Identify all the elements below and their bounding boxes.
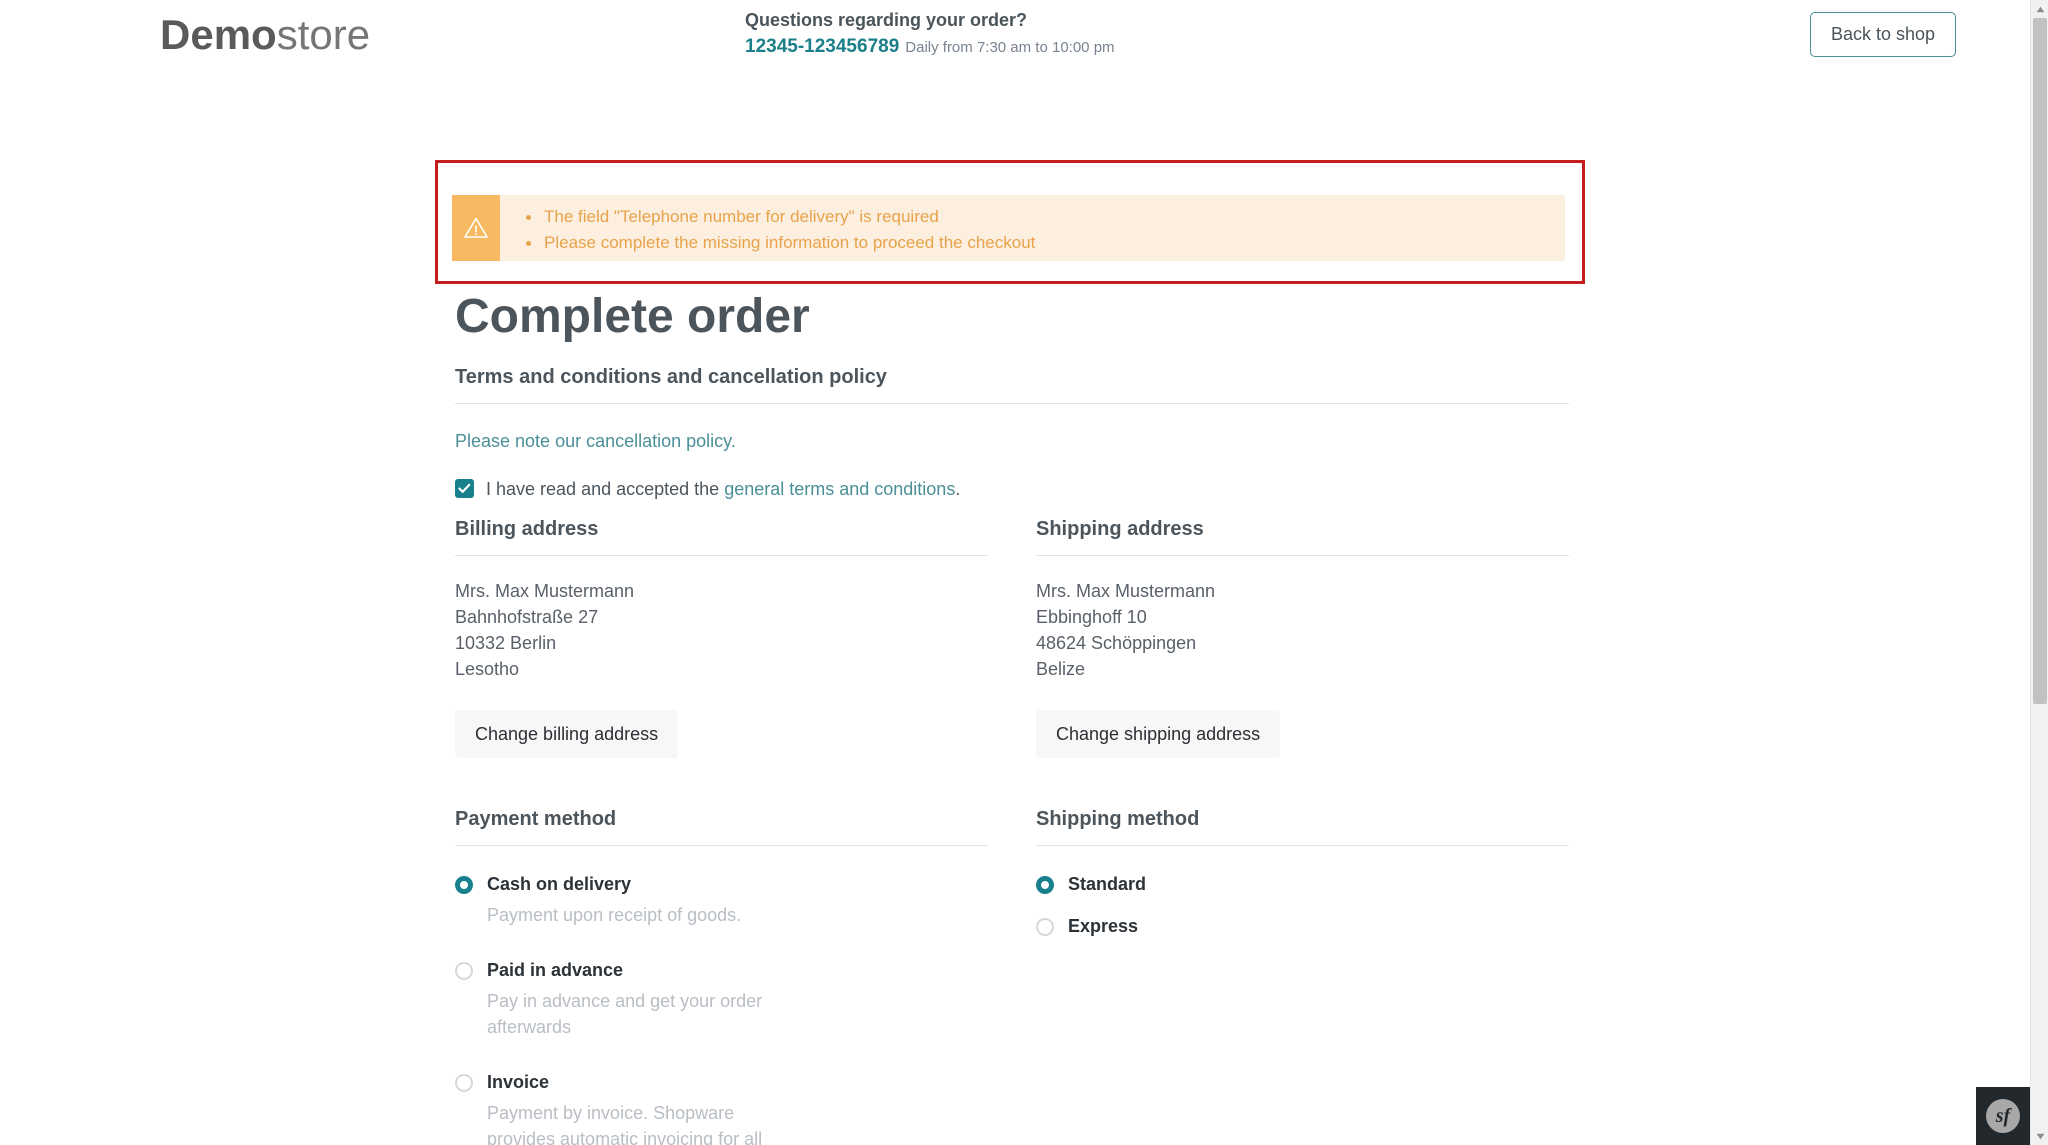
payment-option-label: Cash on delivery bbox=[487, 874, 632, 894]
page-title: Complete order bbox=[455, 290, 810, 343]
terms-section: Terms and conditions and cancellation po… bbox=[455, 363, 1569, 502]
payment-option-invoice[interactable]: Invoice Payment by invoice. Shopware pro… bbox=[455, 1070, 988, 1145]
page-scrollbar[interactable] bbox=[2030, 0, 2048, 1145]
billing-address-lines: Mrs. Max Mustermann Bahnhofstraße 27 103… bbox=[455, 578, 988, 682]
change-billing-address-button[interactable]: Change billing address bbox=[455, 710, 679, 758]
symfony-logo-icon: sf bbox=[1986, 1099, 2020, 1133]
logo-light-text: store bbox=[276, 11, 371, 58]
address-line: 10332 Berlin bbox=[455, 633, 557, 653]
payment-method-heading: Payment method bbox=[455, 805, 988, 846]
change-shipping-address-button[interactable]: Change shipping address bbox=[1036, 710, 1281, 758]
terms-heading: Terms and conditions and cancellation po… bbox=[455, 363, 1569, 404]
site-header: Demostore Questions regarding your order… bbox=[0, 0, 2002, 72]
cancellation-policy-link[interactable]: Please note our cancellation policy. bbox=[455, 428, 1569, 454]
symfony-debug-toolbar[interactable]: sf bbox=[1976, 1087, 2030, 1145]
validation-alert: The field "Telephone number for delivery… bbox=[452, 195, 1565, 261]
terms-checkbox-label: I have read and accepted the general ter… bbox=[486, 476, 960, 502]
scroll-up-arrow-icon[interactable] bbox=[2031, 0, 2048, 18]
billing-address-section: Billing address Mrs. Max Mustermann Bahn… bbox=[455, 515, 988, 758]
scroll-down-arrow-icon[interactable] bbox=[2031, 1127, 2048, 1145]
payment-option-cash-on-delivery[interactable]: Cash on delivery Payment upon receipt of… bbox=[455, 872, 988, 928]
shipping-method-heading: Shipping method bbox=[1036, 805, 1569, 846]
contact-opening-hours: Daily from 7:30 am to 10:00 pm bbox=[905, 39, 1115, 56]
address-line: Mrs. Max Mustermann bbox=[455, 581, 635, 601]
address-line: Mrs. Max Mustermann bbox=[1036, 581, 1216, 601]
payment-option-description: Payment by invoice. Shopware provides au… bbox=[487, 1103, 763, 1145]
checkout-page: Demostore Questions regarding your order… bbox=[0, 0, 2048, 1145]
payment-option-description: Pay in advance and get your order afterw… bbox=[487, 991, 763, 1037]
address-line: Lesotho bbox=[455, 659, 520, 679]
billing-address-heading: Billing address bbox=[455, 515, 988, 556]
shipping-address-lines: Mrs. Max Mustermann Ebbinghoff 10 48624 … bbox=[1036, 578, 1569, 682]
address-columns: Billing address Mrs. Max Mustermann Bahn… bbox=[455, 515, 1569, 758]
radio-icon-unselected[interactable] bbox=[455, 962, 473, 980]
warning-triangle-icon bbox=[452, 195, 500, 261]
alert-message: Please complete the missing information … bbox=[522, 230, 1035, 256]
contact-title: Questions regarding your order? bbox=[745, 10, 1028, 30]
payment-method-section: Payment method Cash on delivery Payment … bbox=[455, 805, 988, 1145]
alert-highlight-annotation: The field "Telephone number for delivery… bbox=[435, 160, 1585, 284]
address-line: Bahnhofstraße 27 bbox=[455, 607, 599, 627]
general-terms-link[interactable]: general terms and conditions bbox=[724, 479, 955, 499]
shipping-option-label: Express bbox=[1068, 916, 1139, 936]
terms-checkbox[interactable] bbox=[455, 479, 474, 498]
terms-label-period: . bbox=[955, 479, 961, 499]
scrollbar-thumb[interactable] bbox=[2033, 18, 2047, 704]
terms-checkbox-row: I have read and accepted the general ter… bbox=[455, 476, 1569, 502]
logo-bold-text: Demo bbox=[160, 11, 277, 58]
shipping-option-standard[interactable]: Standard bbox=[1036, 872, 1569, 896]
address-line: Ebbinghoff 10 bbox=[1036, 607, 1147, 627]
contact-phone-number[interactable]: 12345-123456789 bbox=[745, 36, 899, 57]
radio-icon-unselected[interactable] bbox=[1036, 918, 1054, 936]
shipping-method-section: Shipping method Standard Express bbox=[1036, 805, 1569, 1145]
payment-option-label: Invoice bbox=[487, 1072, 550, 1092]
alert-message-list: The field "Telephone number for delivery… bbox=[500, 195, 1035, 261]
shipping-option-express[interactable]: Express bbox=[1036, 914, 1569, 938]
shipping-option-label: Standard bbox=[1068, 874, 1147, 894]
terms-label-text: I have read and accepted the bbox=[486, 479, 725, 499]
address-line: 48624 Schöppingen bbox=[1036, 633, 1197, 653]
radio-icon-selected[interactable] bbox=[455, 876, 473, 894]
back-to-shop-button[interactable]: Back to shop bbox=[1809, 12, 1956, 57]
method-columns: Payment method Cash on delivery Payment … bbox=[455, 805, 1569, 1145]
site-logo[interactable]: Demostore bbox=[160, 8, 370, 62]
radio-icon-unselected[interactable] bbox=[455, 1074, 473, 1092]
payment-option-paid-in-advance[interactable]: Paid in advance Pay in advance and get y… bbox=[455, 958, 988, 1040]
radio-icon-selected[interactable] bbox=[1036, 876, 1054, 894]
payment-option-label: Paid in advance bbox=[487, 960, 624, 980]
shipping-address-section: Shipping address Mrs. Max Mustermann Ebb… bbox=[1036, 515, 1569, 758]
payment-option-description: Payment upon receipt of goods. bbox=[487, 905, 742, 925]
address-line: Belize bbox=[1036, 659, 1086, 679]
check-icon bbox=[458, 483, 471, 493]
contact-line: 12345-123456789 Daily from 7:30 am to 10:… bbox=[745, 36, 1115, 59]
shipping-address-heading: Shipping address bbox=[1036, 515, 1569, 556]
alert-message: The field "Telephone number for delivery… bbox=[522, 204, 1035, 230]
header-contact-block: Questions regarding your order? 12345-12… bbox=[745, 8, 1115, 59]
